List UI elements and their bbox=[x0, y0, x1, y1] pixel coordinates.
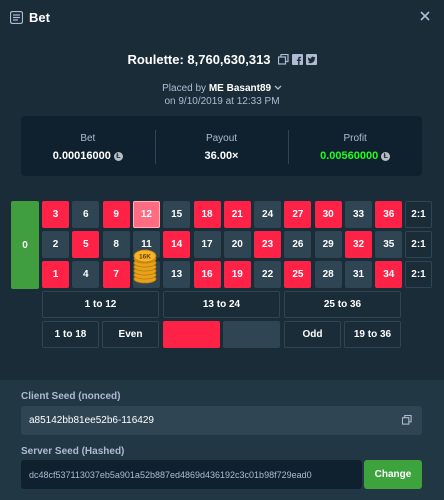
dozen-bet-2[interactable]: 13 to 24 bbox=[163, 291, 280, 318]
number-cell-23[interactable]: 23 bbox=[254, 231, 282, 258]
bet-stats-panel: Bet 0.00016000 Ł Payout 36.00× Profit 0.… bbox=[21, 116, 422, 176]
number-cell-22[interactable]: 22 bbox=[254, 261, 282, 288]
profit-value: 0.00560000 Ł bbox=[320, 150, 391, 162]
number-cell-2[interactable]: 2 bbox=[42, 231, 69, 258]
client-seed-field[interactable]: a85142bb81ee52b6-116429 bbox=[21, 406, 422, 435]
copy-icon[interactable] bbox=[277, 54, 289, 65]
client-seed-label: Client Seed (nonced) bbox=[21, 391, 121, 402]
user-rank: ME bbox=[208, 83, 224, 94]
chevron-down-icon[interactable] bbox=[274, 85, 282, 91]
modal-title: Bet bbox=[29, 9, 50, 25]
dozen-bet-3[interactable]: 25 to 36 bbox=[284, 291, 401, 318]
outside-bet-black[interactable] bbox=[223, 321, 280, 348]
number-cell-1[interactable]: 1 bbox=[42, 261, 69, 288]
number-cell-25[interactable]: 25 bbox=[284, 261, 312, 288]
client-seed-value: a85142bb81ee52b6-116429 bbox=[29, 415, 154, 426]
outside-bet-1-to-18[interactable]: 1 to 18 bbox=[42, 321, 99, 348]
facebook-icon[interactable] bbox=[291, 54, 303, 65]
number-cell-24[interactable]: 24 bbox=[254, 201, 282, 228]
column-bet-1[interactable]: 2:1 bbox=[405, 201, 432, 228]
game-title: Roulette: 8,760,630,313 bbox=[127, 52, 271, 67]
copy-icon[interactable] bbox=[402, 415, 412, 425]
dozen-bet-1[interactable]: 1 to 12 bbox=[42, 291, 159, 318]
server-seed-value: dc48cf537113037eb5a901a52b887ed4869d4361… bbox=[29, 469, 312, 480]
number-cell-12[interactable]: 12 bbox=[132, 201, 160, 228]
number-cell-9[interactable]: 9 bbox=[102, 201, 130, 228]
placed-date: on 9/10/2019 at 12:33 PM bbox=[164, 96, 280, 107]
outside-bet-even[interactable]: Even bbox=[102, 321, 159, 348]
number-cell-6[interactable]: 6 bbox=[72, 201, 100, 228]
outside-bet-odd[interactable]: Odd bbox=[284, 321, 341, 348]
number-cell-31[interactable]: 31 bbox=[345, 261, 372, 288]
number-cell-30[interactable]: 30 bbox=[314, 201, 342, 228]
stat-profit: Profit 0.00560000 Ł bbox=[288, 116, 422, 176]
number-cell-16[interactable]: 16 bbox=[193, 261, 221, 288]
number-cell-27[interactable]: 27 bbox=[284, 201, 312, 228]
twitter-icon[interactable] bbox=[305, 54, 317, 65]
server-seed-field[interactable]: dc48cf537113037eb5a901a52b887ed4869d4361… bbox=[21, 460, 362, 489]
litecoin-icon: Ł bbox=[113, 151, 123, 161]
number-cell-18[interactable]: 18 bbox=[193, 201, 221, 228]
number-cell-0[interactable]: 0 bbox=[11, 201, 39, 289]
number-cell-21[interactable]: 21 bbox=[223, 201, 251, 228]
stat-bet: Bet 0.00016000 Ł bbox=[21, 116, 155, 176]
profit-label: Profit bbox=[343, 133, 367, 144]
number-cell-14[interactable]: 14 bbox=[163, 231, 191, 258]
number-cell-26[interactable]: 26 bbox=[284, 231, 312, 258]
number-cell-34[interactable]: 34 bbox=[375, 261, 403, 288]
stat-payout: Payout 36.00× bbox=[154, 116, 289, 176]
number-cell-4[interactable]: 4 bbox=[72, 261, 100, 288]
number-cell-36[interactable]: 36 bbox=[375, 201, 403, 228]
litecoin-icon: Ł bbox=[381, 151, 391, 161]
modal-header: Bet bbox=[0, 0, 444, 34]
close-icon[interactable] bbox=[418, 9, 432, 23]
column-bet-2[interactable]: 2:1 bbox=[405, 231, 432, 258]
chip-stack-icon: 16K bbox=[133, 249, 157, 284]
server-seed-label: Server Seed (Hashed) bbox=[21, 446, 125, 457]
profit-amount: 0.00560000 bbox=[320, 150, 379, 162]
number-cell-19[interactable]: 19 bbox=[223, 261, 251, 288]
payout-label: Payout bbox=[205, 133, 238, 144]
number-cell-3[interactable]: 3 bbox=[42, 201, 69, 228]
number-cell-20[interactable]: 20 bbox=[223, 231, 251, 258]
change-seed-button[interactable]: Change bbox=[364, 460, 422, 489]
placed-prefix: Placed by bbox=[162, 83, 207, 94]
outside-bet-19-to-36[interactable]: 19 to 36 bbox=[344, 321, 401, 348]
number-cell-13[interactable]: 13 bbox=[163, 261, 191, 288]
number-cell-17[interactable]: 17 bbox=[193, 231, 221, 258]
number-cell-5[interactable]: 5 bbox=[72, 231, 100, 258]
number-cell-29[interactable]: 29 bbox=[314, 231, 342, 258]
bet-value: 0.00016000 Ł bbox=[53, 150, 123, 162]
number-cell-15[interactable]: 15 bbox=[163, 201, 191, 228]
outside-bet-red[interactable] bbox=[163, 321, 220, 348]
placed-info: Placed by ME Basant89 on 9/10/2019 at 12… bbox=[0, 82, 444, 108]
number-cell-8[interactable]: 8 bbox=[102, 231, 130, 258]
username-link[interactable]: Basant89 bbox=[227, 83, 271, 94]
bet-amount: 0.00016000 bbox=[52, 150, 111, 162]
bet-label: Bet bbox=[80, 133, 96, 144]
number-cell-35[interactable]: 35 bbox=[375, 231, 403, 258]
number-cell-28[interactable]: 28 bbox=[314, 261, 342, 288]
number-cell-32[interactable]: 32 bbox=[345, 231, 372, 258]
game-title-row: Roulette: 8,760,630,313 bbox=[0, 52, 444, 67]
number-cell-33[interactable]: 33 bbox=[345, 201, 372, 228]
chip-label: 16K bbox=[139, 254, 151, 261]
number-cell-7[interactable]: 7 bbox=[102, 261, 130, 288]
bet-slip-icon bbox=[10, 10, 23, 24]
payout-value: 36.00× bbox=[204, 150, 239, 162]
column-bet-3[interactable]: 2:1 bbox=[405, 261, 432, 288]
